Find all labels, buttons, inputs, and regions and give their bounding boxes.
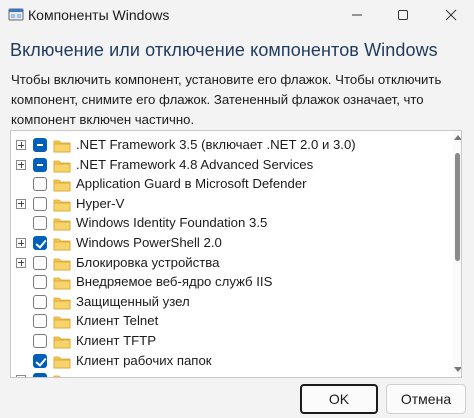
vertical-scrollbar[interactable] [453, 131, 461, 377]
feature-checkbox[interactable] [33, 294, 47, 309]
feature-checkbox[interactable] [33, 314, 47, 329]
minimize-icon [352, 14, 362, 16]
feature-checkbox[interactable] [33, 353, 47, 368]
feature-row[interactable]: .NET Framework 3.5 (включает .NET 2.0 и … [11, 136, 441, 156]
folder-icon [53, 277, 71, 290]
feature-checkbox[interactable] [33, 138, 47, 152]
minimize-button[interactable] [334, 0, 380, 30]
feature-label: Внедряемое веб-ядро служб IIS [76, 274, 273, 290]
feature-label: Windows PowerShell 2.0 [76, 235, 222, 250]
folder-icon [53, 316, 71, 329]
feature-label: Клиент рабочих папок [76, 352, 212, 368]
feature-row[interactable]: Windows Identity Foundation 3.5 [11, 214, 441, 234]
maximize-button[interactable] [380, 0, 426, 30]
feature-row[interactable] [11, 371, 441, 377]
folder-icon [53, 140, 71, 153]
folder-icon [53, 297, 71, 310]
feature-row[interactable]: Клиент рабочих папок [11, 352, 441, 372]
feature-row[interactable]: Защищенный узел [11, 293, 441, 313]
expand-plus-icon[interactable] [16, 140, 26, 150]
feature-row[interactable]: .NET Framework 4.8 Advanced Services [11, 156, 441, 176]
feature-checkbox[interactable] [33, 275, 47, 290]
feature-checkbox[interactable] [33, 196, 47, 211]
feature-label: Application Guard в Microsoft Defender [76, 176, 307, 192]
dialog-heading: Включение или отключение компонентов Win… [10, 40, 438, 60]
window-title: Компоненты Windows [28, 7, 170, 23]
folder-icon [53, 160, 71, 172]
close-icon [445, 9, 457, 21]
folder-icon [53, 179, 71, 192]
feature-label: Защищенный узел [76, 293, 190, 309]
feature-row[interactable]: Hyper-V [11, 195, 441, 215]
folder-icon [53, 238, 71, 251]
windows-features-dialog: Компоненты Windows Включение или отключе… [0, 0, 474, 418]
folder-icon [53, 258, 71, 270]
feature-label: Блокировка устройства [76, 254, 220, 270]
windows-features-app-icon [8, 6, 24, 22]
close-button[interactable] [428, 0, 474, 30]
features-tree[interactable]: .NET Framework 3.5 (включает .NET 2.0 и … [10, 130, 462, 378]
scroll-up-icon[interactable] [454, 135, 461, 140]
feature-label: Hyper-V [76, 195, 125, 211]
dialog-description: Чтобы включить компонент, установите его… [11, 72, 442, 127]
folder-icon [53, 356, 71, 368]
feature-row[interactable]: Application Guard в Microsoft Defender [11, 175, 441, 195]
expand-plus-icon[interactable] [16, 198, 26, 209]
feature-checkbox[interactable] [33, 177, 47, 192]
title-bar: Компоненты Windows [0, 0, 474, 30]
maximize-icon [398, 10, 408, 20]
feature-row[interactable]: Клиент Telnet [11, 312, 441, 332]
feature-checkbox[interactable] [33, 334, 47, 348]
feature-checkbox[interactable] [33, 157, 47, 172]
folder-icon [53, 199, 71, 212]
feature-label: Клиент Telnet [76, 313, 159, 329]
folder-icon [53, 375, 61, 377]
feature-checkbox[interactable] [33, 216, 47, 231]
feature-checkbox[interactable] [33, 236, 47, 250]
feature-row[interactable]: Клиент TFTP [11, 332, 441, 352]
cancel-button[interactable]: Отмена [386, 384, 466, 414]
feature-row[interactable]: Блокировка устройства [11, 254, 441, 274]
expand-plus-icon[interactable] [16, 257, 26, 268]
feature-checkbox[interactable] [33, 373, 47, 377]
expand-plus-icon[interactable] [16, 238, 26, 248]
feature-label: Windows Identity Foundation 3.5 [76, 215, 268, 231]
feature-label: .NET Framework 3.5 (включает .NET 2.0 и … [76, 137, 356, 152]
scroll-down-icon[interactable] [454, 367, 461, 372]
feature-row[interactable]: Windows PowerShell 2.0 [11, 234, 441, 254]
feature-row[interactable]: Внедряемое веб-ядро служб IIS [11, 273, 441, 293]
folder-icon [53, 218, 71, 231]
expand-plus-icon[interactable] [16, 375, 26, 377]
ok-button[interactable]: OK [300, 384, 378, 414]
folder-icon [53, 336, 71, 349]
expand-plus-icon[interactable] [16, 159, 26, 170]
feature-label: Клиент TFTP [76, 333, 157, 348]
scrollbar-thumb[interactable] [455, 153, 460, 261]
feature-label: .NET Framework 4.8 Advanced Services [76, 156, 314, 172]
feature-checkbox[interactable] [33, 255, 47, 270]
